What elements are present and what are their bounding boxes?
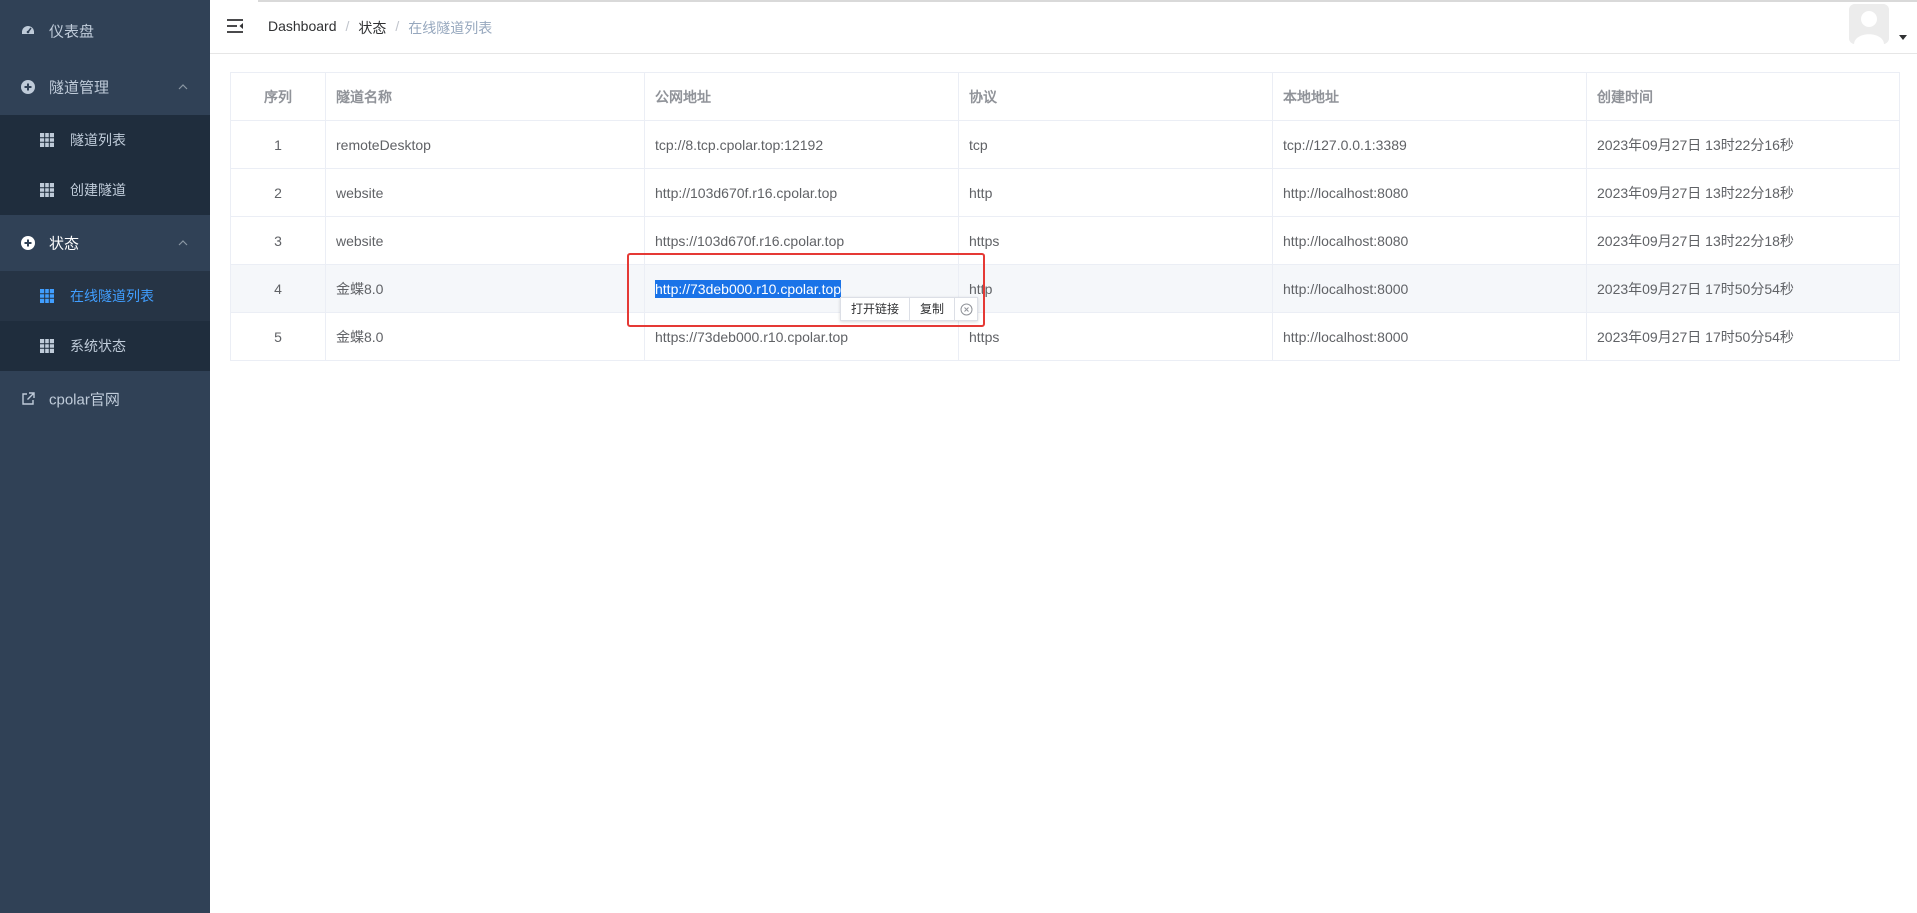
external-link-icon (22, 392, 35, 405)
grid-icon (40, 133, 54, 147)
open-link-button[interactable]: 打开链接 (841, 298, 911, 320)
cell-created-time: 2023年09月27日 17时50分54秒 (1586, 264, 1900, 313)
table-row-highlighted: 4 金蝶8.0 http://73deb000.r10.cpolar.top h… (230, 264, 1900, 313)
table-row: 2 website http://103d670f.r16.cpolar.top… (230, 168, 1900, 217)
avatar[interactable] (1849, 4, 1889, 44)
menu-tunnel-management-label: 隧道管理 (49, 79, 110, 97)
menu-dashboard-label: 仪表盘 (49, 23, 95, 41)
cell-tunnel-name: website (325, 168, 645, 217)
menu-status[interactable]: 状态 (0, 215, 210, 271)
grid-icon (40, 183, 54, 197)
header-public-url: 公网地址 (644, 72, 959, 121)
chevron-up-icon (178, 240, 188, 246)
menu-dashboard[interactable]: 仪表盘 (0, 3, 210, 59)
cell-protocol: http (958, 168, 1273, 217)
plus-circle-icon (21, 80, 35, 94)
tunnel-table: 序列 隧道名称 公网地址 协议 本地地址 创建时间 1 remoteDeskto… (230, 72, 1900, 361)
cell-index: 3 (230, 216, 326, 265)
cell-local-address: http://localhost:8080 (1272, 216, 1587, 265)
breadcrumb-dashboard[interactable]: Dashboard (268, 18, 337, 38)
sidebar-item-online-tunnels-label: 在线隧道列表 (70, 288, 154, 304)
plus-circle-icon (21, 236, 35, 250)
sidebar-item-online-tunnels[interactable]: 在线隧道列表 (0, 271, 210, 321)
cell-created-time: 2023年09月27日 13时22分16秒 (1586, 120, 1900, 169)
header-local-address: 本地地址 (1272, 72, 1587, 121)
close-popup-button[interactable] (955, 298, 977, 320)
cell-created-time: 2023年09月27日 13时22分18秒 (1586, 168, 1900, 217)
cell-index: 1 (230, 120, 326, 169)
cell-tunnel-name: 金蝶8.0 (325, 264, 645, 313)
sidebar-item-create-tunnel-label: 创建隧道 (70, 182, 126, 198)
close-circle-icon (960, 303, 973, 315)
cell-index: 5 (230, 312, 326, 361)
menu-tunnel-management[interactable]: 隧道管理 (0, 59, 210, 115)
breadcrumb: Dashboard / 状态 / 在线隧道列表 (268, 18, 492, 38)
sidebar: 仪表盘 隧道管理 隧道列表 创建隧道 状态 在线隧道列表 系统状态 cpolar… (0, 0, 210, 913)
cell-index: 2 (230, 168, 326, 217)
cell-local-address: tcp://127.0.0.1:3389 (1272, 120, 1587, 169)
cell-local-address: http://localhost:8000 (1272, 264, 1587, 313)
copy-button[interactable]: 复制 (910, 298, 956, 320)
cell-local-address: http://localhost:8000 (1272, 312, 1587, 361)
cell-public-url[interactable]: http://103d670f.r16.cpolar.top (644, 168, 959, 217)
header-created-time: 创建时间 (1586, 72, 1900, 121)
sidebar-item-tunnel-list[interactable]: 隧道列表 (0, 115, 210, 165)
menu-official-site-label: cpolar官网 (49, 391, 120, 409)
breadcrumb-separator: / (345, 18, 350, 34)
sidebar-item-system-status[interactable]: 系统状态 (0, 321, 210, 371)
grid-icon (40, 289, 54, 303)
cell-local-address: http://localhost:8080 (1272, 168, 1587, 217)
cell-index: 4 (230, 264, 326, 313)
cell-tunnel-name: website (325, 216, 645, 265)
user-dropdown-caret[interactable] (1899, 35, 1907, 40)
cell-created-time: 2023年09月27日 13时22分18秒 (1586, 216, 1900, 265)
selection-popup: 打开链接 复制 (840, 297, 979, 321)
hamburger-icon[interactable] (226, 18, 244, 34)
avatar-icon (1849, 4, 1889, 44)
menu-official-site[interactable]: cpolar官网 (0, 371, 210, 427)
sidebar-item-create-tunnel[interactable]: 创建隧道 (0, 165, 210, 215)
breadcrumb-separator: / (395, 18, 400, 34)
sidebar-item-system-status-label: 系统状态 (70, 338, 126, 354)
table-row: 5 金蝶8.0 https://73deb000.r10.cpolar.top … (230, 312, 1900, 361)
sidebar-item-tunnel-list-label: 隧道列表 (70, 132, 126, 148)
cell-protocol: tcp (958, 120, 1273, 169)
table-row: 3 website https://103d670f.r16.cpolar.to… (230, 216, 1900, 265)
header-tunnel-name: 隧道名称 (325, 72, 645, 121)
cell-tunnel-name: remoteDesktop (325, 120, 645, 169)
table-header-row: 序列 隧道名称 公网地址 协议 本地地址 创建时间 (230, 72, 1900, 121)
cell-protocol: https (958, 312, 1273, 361)
cell-public-url[interactable]: tcp://8.tcp.cpolar.top:12192 (644, 120, 959, 169)
header-index: 序列 (230, 72, 326, 121)
grid-icon (40, 339, 54, 353)
table-row: 1 remoteDesktop tcp://8.tcp.cpolar.top:1… (230, 120, 1900, 169)
chevron-up-icon (178, 84, 188, 90)
cell-created-time: 2023年09月27日 17时50分54秒 (1586, 312, 1900, 361)
header-protocol: 协议 (958, 72, 1273, 121)
cell-tunnel-name: 金蝶8.0 (325, 312, 645, 361)
cell-protocol: https (958, 216, 1273, 265)
top-divider (258, 0, 1917, 2)
menu-status-label: 状态 (49, 235, 80, 253)
breadcrumb-status: 状态 (358, 20, 387, 36)
dashboard-icon (22, 26, 34, 34)
breadcrumb-current: 在线隧道列表 (408, 20, 493, 36)
cell-protocol: http (958, 264, 1273, 313)
